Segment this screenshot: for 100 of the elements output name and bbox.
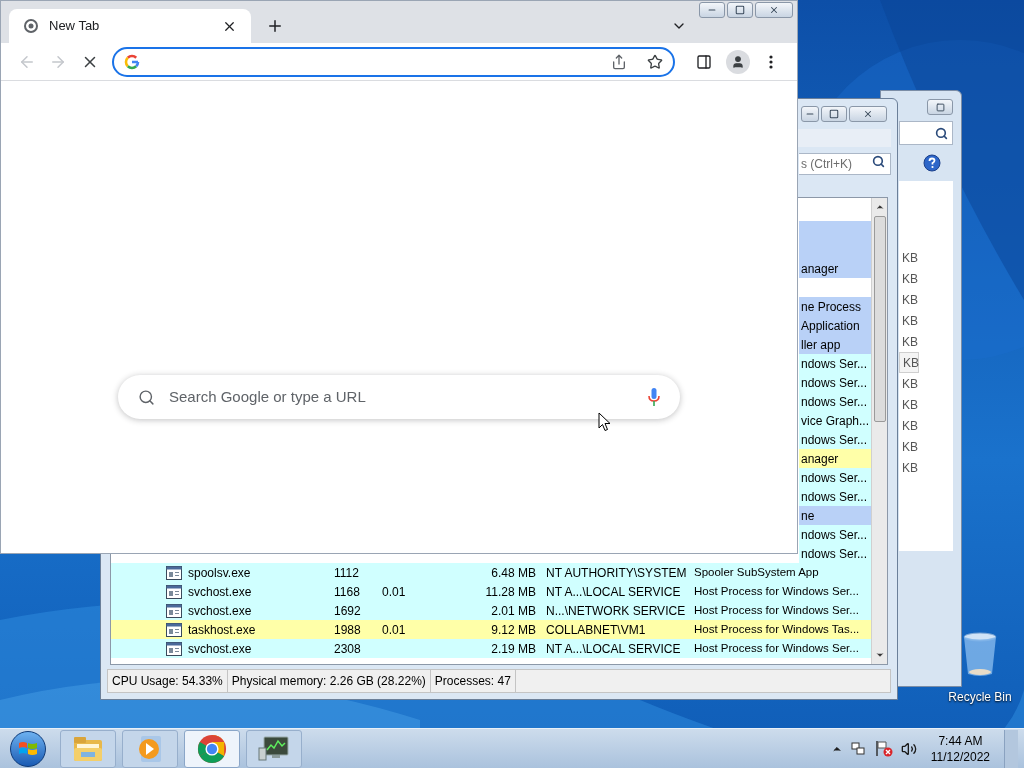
taskbar-button[interactable] [184, 729, 240, 768]
process-row[interactable]: svchost.exe 1692 2.01 MB N...\NETWORK SERVICE Host Process for Windows Ser... [111, 601, 871, 620]
pid-cell-text: 2308 [334, 640, 362, 658]
profile-button[interactable] [726, 49, 750, 74]
process-row[interactable]: svchost.exe 2308 2.19 MB NT A...\LOCAL SERVICE Host Process for Windows Ser... [111, 639, 871, 658]
size-cell-text: KB [901, 270, 919, 288]
process-row[interactable]: Application [799, 316, 871, 335]
address-bar[interactable] [111, 46, 675, 77]
minimize-button[interactable] [699, 2, 725, 18]
search-field[interactable] [899, 121, 953, 145]
cpu-cell: 0.01 [382, 584, 406, 599]
description-cell-text: Host Process for Windows Ser... [694, 602, 860, 618]
process-name-cell-text: svchost.exe [188, 602, 253, 620]
process-row[interactable]: ne [799, 506, 871, 525]
size-cell-text: KB [901, 396, 919, 414]
plus-icon [266, 17, 284, 35]
google-logo-icon [123, 53, 140, 70]
process-row[interactable]: ller app [799, 335, 871, 354]
user-name-cell-text: NT A...\LOCAL SERVICE [546, 640, 682, 658]
scrollbar-thumb[interactable] [873, 216, 886, 422]
description-cell-text: ne Process [801, 298, 862, 316]
help-icon[interactable] [923, 154, 941, 172]
windows-logo-icon [18, 739, 38, 758]
size-cell-text: KB [901, 249, 919, 267]
private-bytes-cell-text: 2.01 MB [490, 602, 536, 620]
cursor-icon [598, 412, 611, 432]
search-box[interactable]: Search Google or type a URL [118, 375, 680, 419]
process-icon [166, 565, 182, 580]
pid-cell-text: 1988 [334, 621, 362, 639]
description-cell-text: ller app [801, 336, 841, 354]
media-player-icon [137, 734, 163, 763]
process-icon [166, 584, 182, 599]
browser-tab[interactable]: New Tab [9, 9, 251, 43]
size-cell-text: KB [901, 438, 919, 456]
search-input[interactable]: Search Google or type a URL [169, 385, 634, 409]
maximize-button[interactable] [927, 99, 953, 115]
chrome-logo-icon [197, 733, 227, 764]
pid-cell-text: 1168 [334, 583, 361, 601]
bookmark-star-icon[interactable] [646, 53, 663, 70]
size-cell-text: KB [901, 375, 919, 393]
description-cell-text: Host Process for Windows Ser... [694, 583, 860, 599]
microphone-icon[interactable] [648, 388, 660, 406]
clock[interactable]: 7:44 AM 11/12/2022 [930, 732, 990, 765]
process-icon [166, 603, 182, 618]
scroll-up-icon[interactable] [874, 202, 885, 212]
process-row[interactable]: ne Process [799, 297, 871, 316]
minimize-button[interactable] [801, 106, 819, 122]
description-cell-text: Application [801, 317, 860, 335]
size-cell-text: KB [901, 459, 919, 477]
process-row[interactable]: spoolsv.exe 1112 6.48 MB NT AUTHORITY\SYSTEM Spooler SubSystem App [111, 563, 871, 582]
size-cell-text: KB [901, 291, 919, 309]
flag-error-icon[interactable] [874, 740, 893, 757]
private-bytes-cell-text: 11.28 MB [484, 583, 536, 601]
person-icon [730, 54, 745, 69]
process-row[interactable]: anager [799, 449, 871, 468]
scroll-down-icon[interactable] [874, 650, 885, 660]
size-cell-text: KB [901, 417, 919, 435]
taskbar-button[interactable] [246, 729, 302, 768]
scrollbar[interactable] [871, 198, 887, 664]
folder-icon [73, 735, 103, 762]
description-cell-text: Host Process for Windows Ser... [694, 640, 860, 656]
status-text: CPU Usage: 54.33% [108, 670, 228, 692]
network-icon[interactable] [850, 740, 867, 757]
process-name-cell-text: svchost.exe [188, 640, 253, 658]
pid-cell-text: 1692 [334, 602, 362, 620]
maximize-button[interactable] [821, 106, 847, 122]
size-cell: KB [899, 352, 919, 373]
process-row[interactable]: svchost.exe 1168 0.01 11.28 MB NT A...\LOCAL SERVICE Host Process for Windows Ser... [111, 582, 871, 601]
close-button[interactable] [755, 2, 793, 18]
status-text: Physical memory: 2.26 GB (28.22%) [227, 670, 431, 692]
speaker-icon[interactable] [900, 740, 917, 757]
description-cell-text: Spooler SubSystem App [694, 564, 820, 580]
private-bytes-cell-text: 9.12 MB [490, 621, 536, 639]
process-row[interactable]: anager [799, 259, 871, 278]
start-button[interactable] [10, 730, 46, 767]
search-field[interactable]: s (Ctrl+K) [799, 153, 891, 175]
share-icon[interactable] [610, 53, 627, 70]
pid-cell-text: 1112 [334, 564, 360, 582]
desktop-icon-label[interactable]: Recycle Bin [948, 688, 1012, 706]
process-icon [166, 622, 182, 637]
recycle-bin-icon[interactable] [962, 632, 998, 678]
process-row[interactable]: vice Graph... [799, 411, 871, 430]
process-name-cell-text: taskhost.exe [188, 621, 257, 639]
process-name-cell-text: svchost.exe [188, 583, 253, 601]
maximize-button[interactable] [727, 2, 753, 18]
search-icon [935, 126, 948, 140]
side-panel-icon [696, 53, 713, 70]
user-name-cell-text: N...\NETWORK SERVICE [546, 602, 687, 620]
close-icon [863, 109, 873, 119]
process-row[interactable]: taskhost.exe 1988 0.01 9.12 MB COLLABNET\VM1 Host Process for Windows Tas... [111, 620, 871, 639]
search-icon [138, 388, 155, 406]
process-name-cell-text: spoolsv.exe [188, 564, 252, 582]
maximize-icon [935, 102, 945, 112]
status-text: Processes: 47 [430, 670, 516, 692]
description-cell-text: anager [801, 450, 839, 468]
monitor-icon [258, 735, 290, 762]
user-name-cell-text: NT AUTHORITY\SYSTEM [546, 564, 688, 582]
close-button[interactable] [849, 106, 887, 122]
menu-dots-icon [769, 54, 774, 69]
size-cell-text: KB [901, 333, 919, 351]
